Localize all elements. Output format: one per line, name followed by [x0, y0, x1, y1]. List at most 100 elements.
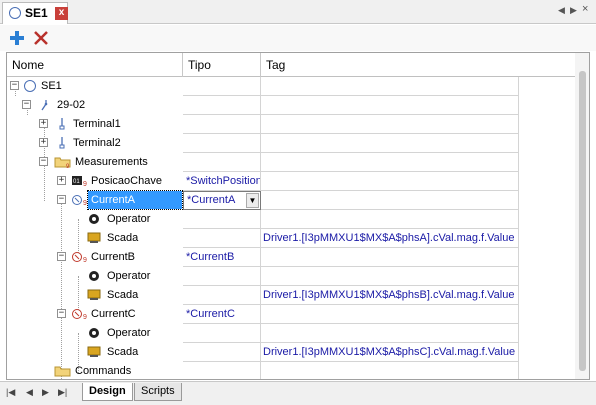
cell-tipo[interactable]: [183, 77, 261, 96]
previous-tab-icon[interactable]: ◀: [26, 387, 33, 398]
collapse-icon[interactable]: −: [57, 309, 66, 318]
cell-tipo[interactable]: [183, 286, 261, 305]
cell-tipo[interactable]: [183, 96, 261, 115]
folder-icon: 9: [54, 157, 71, 169]
tree-row[interactable]: Operator: [7, 210, 519, 229]
tree-node-label: Operator: [107, 213, 151, 225]
tree-node-label: SE1: [41, 80, 62, 92]
tree-node-label: Commands: [75, 365, 132, 377]
cell-tipo[interactable]: [183, 267, 261, 286]
cell-tag[interactable]: [261, 210, 519, 229]
tab-title: SE1: [25, 6, 48, 20]
cell-tag[interactable]: [261, 324, 519, 343]
scrollbar-thumb[interactable]: [579, 71, 586, 371]
tree-node-label: CurrentC: [91, 308, 136, 320]
collapse-icon[interactable]: −: [57, 195, 66, 204]
switch-position-icon: 01 9: [72, 176, 87, 188]
cell-tag[interactable]: [261, 191, 519, 210]
cell-tag[interactable]: [261, 134, 519, 153]
tree-row[interactable]: + 01 9 PosicaoChave *SwitchPosition: [7, 172, 519, 191]
cell-tag[interactable]: [261, 115, 519, 134]
close-tab-icon[interactable]: x: [55, 7, 68, 20]
cell-tag[interactable]: [261, 153, 519, 172]
cell-tag[interactable]: [261, 96, 519, 115]
expand-icon[interactable]: +: [39, 138, 48, 147]
tree-row[interactable]: Scada Driver1.[I3pMMXU1$MX$A$phsA].cVal.…: [7, 229, 519, 248]
scada-icon: [87, 289, 101, 300]
tree-row[interactable]: Scada Driver1.[I3pMMXU1$MX$A$phsC].cVal.…: [7, 343, 519, 362]
tree-node-label: Terminal1: [73, 118, 121, 130]
cell-tag[interactable]: [261, 305, 519, 324]
column-header-tipo[interactable]: Tipo: [183, 53, 261, 77]
tree-node-label: Terminal2: [73, 137, 121, 149]
expand-icon[interactable]: +: [39, 119, 48, 128]
cell-tag[interactable]: Driver1.[I3pMMXU1$MX$A$phsA].cVal.mag.f.…: [261, 229, 519, 248]
tree-row[interactable]: Commands: [7, 362, 519, 379]
tipo-dropdown[interactable]: *CurrentA ▼: [183, 191, 261, 210]
current-icon: 9: [72, 195, 87, 207]
tree-node-label: PosicaoChave: [91, 175, 162, 187]
tab-se1[interactable]: SE1 x: [2, 2, 68, 24]
collapse-icon[interactable]: −: [57, 252, 66, 261]
cell-tipo[interactable]: [183, 153, 261, 172]
cell-tipo[interactable]: [183, 134, 261, 153]
tab-scroll-left-icon[interactable]: ◀: [558, 5, 565, 16]
grid-header: Nome Tipo Tag: [7, 53, 577, 77]
scada-icon: [87, 232, 101, 243]
last-tab-icon[interactable]: ▶|: [58, 387, 67, 398]
substation-circle-icon: [9, 7, 21, 19]
tree-row[interactable]: − 9 CurrentB *CurrentB: [7, 248, 519, 267]
tree-row[interactable]: − 9 Measurements: [7, 153, 519, 172]
cell-tag[interactable]: Driver1.[I3pMMXU1$MX$A$phsB].cVal.mag.f.…: [261, 286, 519, 305]
vertical-scrollbar[interactable]: [575, 53, 589, 379]
tree-row[interactable]: Operator: [7, 324, 519, 343]
tree-node-label: Scada: [107, 289, 139, 301]
cell-tipo[interactable]: *CurrentB: [183, 248, 261, 267]
cell-tag[interactable]: [261, 248, 519, 267]
cell-tag[interactable]: [261, 267, 519, 286]
tab-scroll-right-icon[interactable]: ▶: [570, 5, 577, 16]
bay-icon: [41, 100, 48, 111]
tab-scripts[interactable]: Scripts: [134, 383, 182, 401]
cell-tipo[interactable]: [183, 229, 261, 248]
collapse-icon[interactable]: −: [10, 81, 19, 90]
tree-row[interactable]: − 29-02: [7, 96, 519, 115]
cell-tag[interactable]: [261, 362, 519, 379]
tipo-dropdown-value: *CurrentA: [187, 194, 236, 206]
terminal-icon: [59, 118, 65, 130]
tree-row[interactable]: + Terminal2: [7, 134, 519, 153]
tree-node-label[interactable]: CurrentA: [87, 190, 183, 210]
tree-node-label: 29-02: [57, 99, 86, 111]
tree-row[interactable]: Scada Driver1.[I3pMMXU1$MX$A$phsB].cVal.…: [7, 286, 519, 305]
cell-tag[interactable]: Driver1.[I3pMMXU1$MX$A$phsC].cVal.mag.f.…: [261, 343, 519, 362]
tree-row[interactable]: + Terminal1: [7, 115, 519, 134]
svg-text:01: 01: [73, 179, 80, 185]
delete-icon[interactable]: [32, 29, 50, 47]
next-tab-icon[interactable]: ▶: [42, 387, 49, 398]
tab-design[interactable]: Design: [82, 383, 133, 401]
chevron-down-icon[interactable]: ▼: [246, 193, 259, 208]
folder-icon: [54, 366, 71, 377]
tree-row[interactable]: Operator: [7, 267, 519, 286]
cell-tag[interactable]: [261, 77, 519, 96]
expand-icon[interactable]: +: [57, 176, 66, 185]
substation-circle-icon: [24, 80, 36, 92]
collapse-icon[interactable]: −: [22, 100, 31, 109]
column-header-tag[interactable]: Tag: [261, 53, 521, 77]
tree-row[interactable]: − SE1: [7, 77, 519, 96]
cell-tag[interactable]: [261, 172, 519, 191]
tree-row-selected[interactable]: − 9 CurrentA *CurrentA ▼: [7, 190, 519, 210]
close-document-icon[interactable]: ×: [582, 3, 588, 15]
cell-tipo[interactable]: [183, 343, 261, 362]
add-icon[interactable]: [8, 29, 26, 47]
cell-tipo[interactable]: [183, 324, 261, 343]
collapse-icon[interactable]: −: [39, 157, 48, 166]
column-header-nome[interactable]: Nome: [7, 53, 183, 77]
cell-tipo[interactable]: [183, 115, 261, 134]
cell-tipo[interactable]: [183, 362, 261, 379]
first-tab-icon[interactable]: |◀: [6, 387, 15, 398]
tree-row[interactable]: − 9 CurrentC *CurrentC: [7, 305, 519, 324]
cell-tipo[interactable]: *CurrentC: [183, 305, 261, 324]
cell-tipo[interactable]: [183, 210, 261, 229]
cell-tipo[interactable]: *SwitchPosition: [183, 172, 261, 191]
